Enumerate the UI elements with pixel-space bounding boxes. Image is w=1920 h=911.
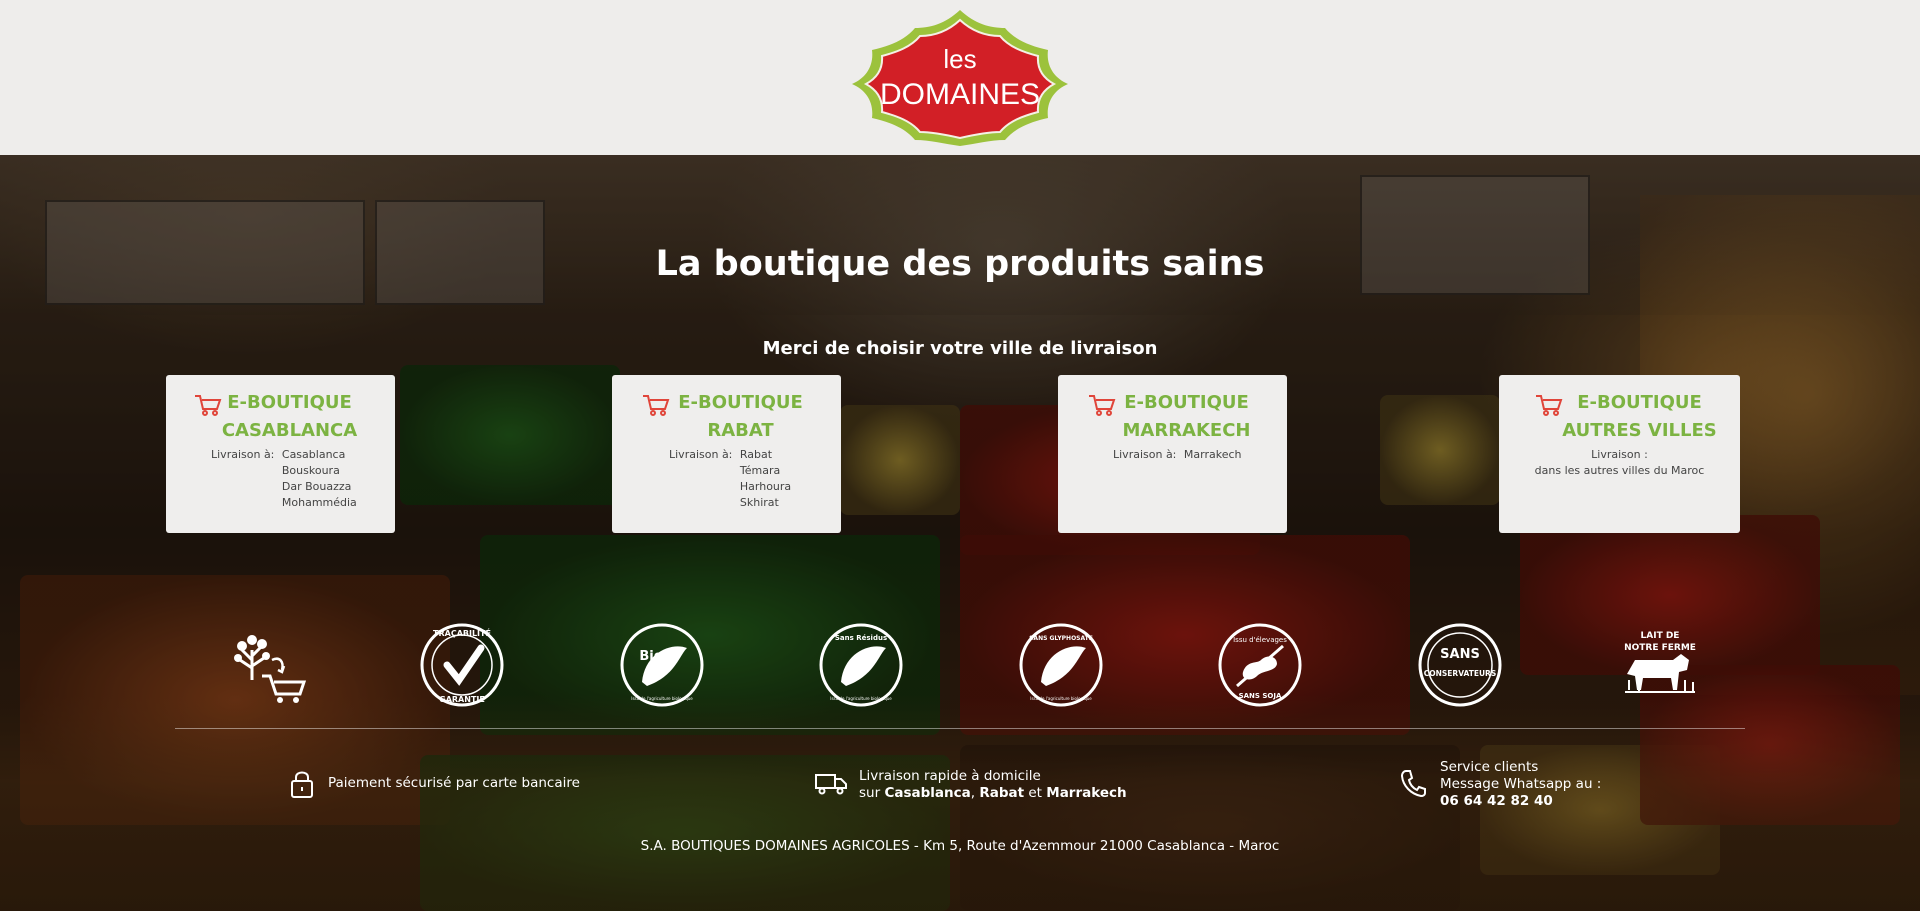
card-title-line1: E-BOUTIQUE: [1124, 392, 1249, 413]
les-domaines-logo[interactable]: les DOMAINES: [840, 6, 1080, 148]
card-delivery-info: Livraison à: Rabat Témara Harhoura Skhir…: [669, 447, 791, 511]
card-title: E-BOUTIQUE CASABLANCA: [166, 389, 395, 445]
svg-text:Issu de l'agriculture biologiq: Issu de l'agriculture biologique: [631, 696, 693, 701]
sans-residus-icon: Sans Résidus Issu de l'agriculture biolo…: [816, 620, 906, 710]
truck-icon: [815, 774, 847, 795]
card-autres-villes[interactable]: E-BOUTIQUE AUTRES VILLES Livraison : dan…: [1499, 375, 1740, 533]
page-title: La boutique des produits sains: [655, 244, 1265, 284]
card-delivery-info: Livraison : dans les autres villes du Ma…: [1499, 447, 1740, 479]
svg-text:LAIT DE: LAIT DE: [1641, 631, 1680, 641]
secure-payment-text: Paiement sécurisé par carte bancaire: [328, 775, 580, 791]
delivery-prefix: sur: [859, 785, 881, 801]
delivery-city: Casablanca: [884, 785, 971, 801]
card-title-line1: E-BOUTIQUE: [1577, 392, 1702, 413]
card-delivery-info: Livraison à: Casablanca Bouskoura Dar Bo…: [211, 447, 357, 511]
card-title-line2: CASABLANCA: [221, 420, 358, 441]
quality-badges: TRAÇABILITÉ GARANTIE Bio Issu de l'agric…: [0, 620, 1920, 710]
city: Harhoura: [739, 480, 792, 493]
city: Bouskoura: [281, 464, 340, 477]
svg-text:Issu de l'agriculture biologiq: Issu de l'agriculture biologique: [1030, 696, 1092, 701]
svg-text:CONSERVATEURS: CONSERVATEURS: [1424, 669, 1496, 678]
city-list: Marrakech: [1184, 447, 1242, 463]
phone-icon: [1400, 770, 1426, 798]
delivery-city: Marrakech: [1046, 785, 1127, 801]
tree-cart-icon: [222, 620, 312, 710]
svg-text:Issu de l'agriculture biologiq: Issu de l'agriculture biologique: [830, 696, 892, 701]
sans-soja-icon: Issu d'élevages SANS SOJA: [1215, 620, 1305, 710]
card-marrakech[interactable]: E-BOUTIQUE MARRAKECH Livraison à: Marrak…: [1058, 375, 1287, 533]
tracabilite-garantie-icon: TRAÇABILITÉ GARANTIE: [417, 620, 507, 710]
delivery-info: Livraison rapide à domicile sur Casablan…: [859, 768, 1127, 802]
customer-service: Service clients Message Whatsapp au : 06…: [1440, 759, 1601, 810]
lait-ferme-icon: LAIT DE NOTRE FERME: [1615, 620, 1705, 710]
delivery-separator: ,: [970, 785, 976, 801]
service-label: Service clients: [1440, 759, 1539, 775]
delivery-and: et: [1028, 785, 1042, 801]
service-whatsapp-label: Message Whatsapp au :: [1440, 776, 1602, 792]
city: Témara: [739, 464, 781, 477]
card-delivery-info: Livraison à: Marrakech: [1113, 447, 1241, 463]
svg-text:SANS SOJA: SANS SOJA: [1239, 692, 1282, 700]
card-rabat[interactable]: E-BOUTIQUE RABAT Livraison à: Rabat Téma…: [612, 375, 841, 533]
delivery-line2: sur Casablanca, Rabat et Marrakech: [859, 785, 1127, 802]
svg-text:DOMAINES: DOMAINES: [880, 78, 1040, 111]
delivery-line1: Livraison rapide à domicile: [859, 768, 1041, 784]
lock-icon: [291, 771, 313, 798]
card-title: E-BOUTIQUE RABAT: [612, 389, 841, 445]
city: Rabat: [739, 448, 773, 461]
delivery-label: Livraison à:: [669, 448, 733, 461]
delivery-label: Livraison à:: [1113, 448, 1177, 461]
svg-text:NOTRE FERME: NOTRE FERME: [1624, 643, 1696, 653]
svg-text:GARANTIE: GARANTIE: [439, 695, 485, 704]
card-title-line1: E-BOUTIQUE: [227, 392, 352, 413]
city-list: Casablanca Bouskoura Dar Bouazza Mohammé…: [282, 447, 357, 511]
bio-icon: Bio Issu de l'agriculture biologique: [617, 620, 707, 710]
footer-divider: [175, 728, 1745, 729]
sans-glyphosate-icon: SANS GLYPHOSATE Issu de l'agriculture bi…: [1016, 620, 1106, 710]
card-title-line2: RABAT: [707, 420, 774, 441]
delivery-label: Livraison à:: [211, 448, 275, 461]
card-casablanca[interactable]: E-BOUTIQUE CASABLANCA Livraison à: Casab…: [166, 375, 395, 533]
svg-text:SANS: SANS: [1440, 647, 1480, 662]
city: Skhirat: [739, 496, 779, 509]
svg-text:Sans Résidus: Sans Résidus: [835, 634, 887, 642]
service-phone-number[interactable]: 06 64 42 82 40: [1440, 793, 1553, 809]
svg-text:les: les: [943, 44, 976, 74]
card-title: E-BOUTIQUE MARRAKECH: [1058, 389, 1287, 445]
sans-conservateurs-icon: SANS CONSERVATEURS: [1415, 620, 1505, 710]
card-title-line2: MARRAKECH: [1122, 420, 1251, 441]
city: Mohammédia: [281, 496, 357, 509]
page-subtitle: Merci de choisir votre ville de livraiso…: [762, 338, 1158, 359]
company-address: S.A. BOUTIQUES DOMAINES AGRICOLES - Km 5…: [640, 838, 1280, 854]
city: Marrakech: [1183, 448, 1242, 461]
city-list: Rabat Témara Harhoura Skhirat: [740, 447, 791, 511]
svg-text:Bio: Bio: [639, 649, 662, 664]
svg-text:TRAÇABILITÉ: TRAÇABILITÉ: [433, 627, 491, 638]
logo-graphic: les DOMAINES: [852, 10, 1068, 146]
city: Casablanca: [281, 448, 346, 461]
svg-text:Issu d'élevages: Issu d'élevages: [1233, 636, 1287, 644]
delivery-city: Rabat: [979, 785, 1025, 801]
card-title-line2: AUTRES VILLES: [1562, 420, 1717, 441]
city: Dar Bouazza: [281, 480, 352, 493]
site-header: les DOMAINES: [0, 0, 1920, 155]
card-title: E-BOUTIQUE AUTRES VILLES: [1499, 389, 1740, 445]
delivery-label: Livraison :: [1591, 448, 1648, 461]
city: dans les autres villes du Maroc: [1534, 464, 1705, 477]
card-title-line1: E-BOUTIQUE: [678, 392, 803, 413]
svg-text:SANS GLYPHOSATE: SANS GLYPHOSATE: [1029, 635, 1093, 642]
